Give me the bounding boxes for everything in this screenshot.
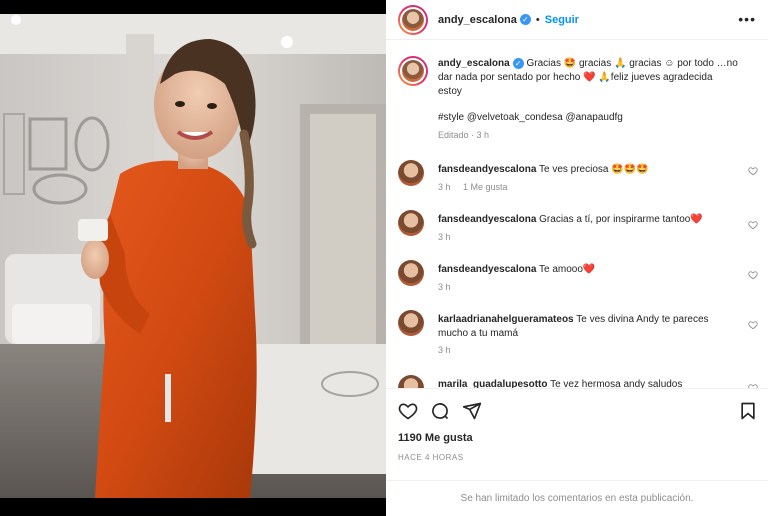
heart-icon[interactable] bbox=[748, 320, 758, 330]
comment-text-block: fansdeandyescalona Te ves preciosa 🤩🤩🤩 bbox=[438, 163, 738, 177]
comment-text: Te amooo❤️ bbox=[538, 264, 596, 275]
verified-icon: ✓ bbox=[519, 14, 531, 25]
comment-text-block: fansdeandyescalona Gracias a tí, por ins… bbox=[438, 213, 738, 227]
author-avatar[interactable] bbox=[398, 4, 428, 35]
comment-username[interactable]: fansdeandyescalona bbox=[438, 164, 536, 175]
comment-username[interactable]: marila_guadalupesotto bbox=[438, 379, 547, 388]
comment-item: marila_guadalupesotto Te vez hermosa and… bbox=[398, 375, 758, 388]
comment-text: Te ves preciosa 🤩🤩🤩 bbox=[538, 164, 649, 175]
caption-avatar[interactable] bbox=[398, 56, 428, 86]
follow-button[interactable]: Seguir bbox=[545, 14, 579, 26]
commenter-avatar[interactable] bbox=[398, 160, 424, 186]
caption-tags[interactable]: #style @velvetoak_condesa @anapaudfg bbox=[438, 111, 738, 125]
comment-icon[interactable] bbox=[430, 401, 450, 421]
likes-count[interactable]: 1190 Me gusta bbox=[398, 432, 473, 444]
comment-time: 3 h bbox=[438, 345, 451, 355]
commenter-avatar[interactable] bbox=[398, 310, 424, 336]
comment-meta: 3 h bbox=[438, 345, 461, 355]
post-header: andy_escalona ✓ • Seguir ••• bbox=[386, 0, 768, 40]
post-photo bbox=[0, 14, 386, 498]
heart-icon[interactable] bbox=[748, 220, 758, 230]
author-username[interactable]: andy_escalona bbox=[438, 14, 517, 26]
post-timestamp: HACE 4 HORAS bbox=[398, 453, 464, 462]
comment-text-block: marila_guadalupesotto Te vez hermosa and… bbox=[438, 378, 738, 388]
comment-meta: 3 h bbox=[438, 232, 461, 242]
comment-item: fansdeandyescalona Te ves preciosa 🤩🤩🤩 3… bbox=[398, 160, 758, 196]
comment-meta: 3 h 1 Me gusta bbox=[438, 182, 518, 192]
heart-icon[interactable] bbox=[748, 166, 758, 176]
post-caption: andy_escalona ✓ Gracias 🤩 gracias 🙏 graci… bbox=[398, 56, 758, 146]
caption-username[interactable]: andy_escalona bbox=[438, 58, 510, 69]
caption-text-block: andy_escalona ✓ Gracias 🤩 gracias 🙏 graci… bbox=[438, 57, 738, 99]
comment-item: fansdeandyescalona Te amooo❤️ 3 h bbox=[398, 260, 758, 296]
heart-icon[interactable] bbox=[748, 270, 758, 280]
action-bar bbox=[386, 388, 768, 430]
instagram-post-viewer: andy_escalona ✓ • Seguir ••• andy_escalo… bbox=[0, 0, 768, 516]
comment-username[interactable]: fansdeandyescalona bbox=[438, 214, 536, 225]
comment-time: 3 h bbox=[438, 182, 451, 192]
separator-dot: • bbox=[535, 13, 540, 26]
more-icon[interactable]: ••• bbox=[738, 11, 756, 27]
post-panel: andy_escalona ✓ • Seguir ••• andy_escalo… bbox=[386, 0, 768, 516]
comment-text: Te vez hermosa andy saludos bbox=[550, 379, 683, 388]
commenter-avatar[interactable] bbox=[398, 260, 424, 286]
share-icon[interactable] bbox=[462, 401, 482, 421]
comment-text-block: karlaadrianahelgueramateos Te ves divina… bbox=[438, 313, 738, 341]
comment-text-block: fansdeandyescalona Te amooo❤️ bbox=[438, 263, 738, 277]
commenter-avatar[interactable] bbox=[398, 375, 424, 388]
bookmark-icon[interactable] bbox=[738, 401, 758, 421]
comments-limited-notice: Se han limitado los comentarios en esta … bbox=[386, 480, 768, 516]
comment-likes[interactable]: 1 Me gusta bbox=[463, 182, 508, 192]
heart-icon[interactable] bbox=[398, 401, 418, 421]
verified-icon: ✓ bbox=[512, 57, 524, 69]
caption-meta: Editado · 3 h bbox=[438, 130, 490, 140]
comment-item: karlaadrianahelgueramateos Te ves divina… bbox=[398, 310, 758, 358]
comment-time: 3 h bbox=[438, 282, 451, 292]
comments-area[interactable]: andy_escalona ✓ Gracias 🤩 gracias 🙏 graci… bbox=[386, 40, 768, 388]
comment-item: fansdeandyescalona Gracias a tí, por ins… bbox=[398, 210, 758, 246]
comment-username[interactable]: karlaadrianahelgueramateos bbox=[438, 314, 574, 325]
post-image bbox=[0, 14, 386, 498]
commenter-avatar[interactable] bbox=[398, 210, 424, 236]
comment-text: Gracias a tí, por inspirarme tantoo❤️ bbox=[539, 214, 703, 225]
comment-meta: 3 h bbox=[438, 282, 461, 292]
comment-time: 3 h bbox=[438, 232, 451, 242]
comment-username[interactable]: fansdeandyescalona bbox=[438, 264, 536, 275]
